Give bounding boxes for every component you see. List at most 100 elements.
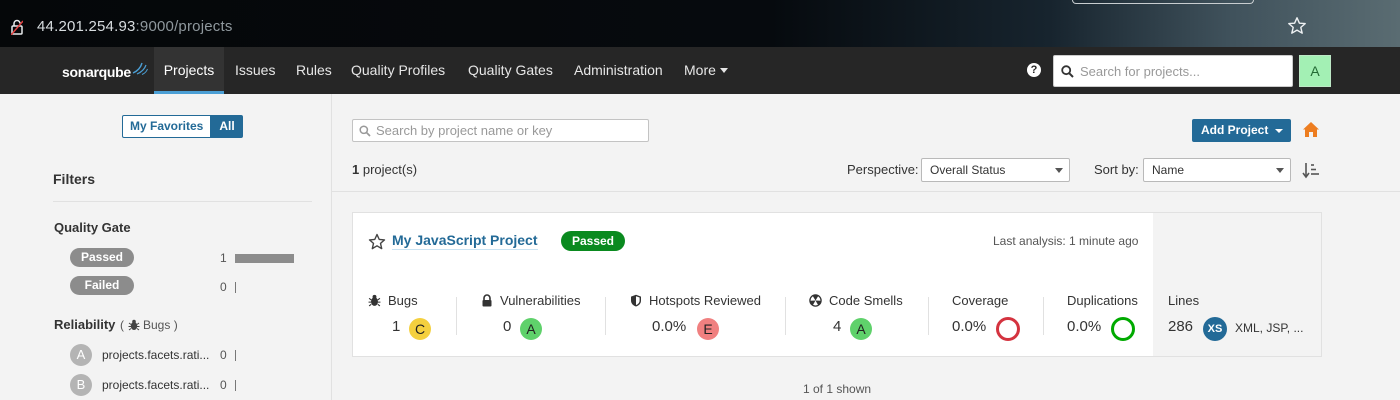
- popup-edge: [1072, 0, 1254, 4]
- add-project-button[interactable]: Add Project: [1192, 119, 1291, 142]
- all-projects-button[interactable]: All: [211, 115, 243, 138]
- metric-divider: [605, 297, 606, 335]
- facet-failed-bar: [235, 282, 236, 293]
- bugs-metric-title[interactable]: Bugs: [368, 293, 418, 308]
- toolbar-divider: [332, 191, 1400, 192]
- reliability-option-b-count: 0: [220, 378, 227, 392]
- filters-sidebar: My Favorites All Filters Quality Gate Pa…: [0, 94, 332, 400]
- rating-a-badge[interactable]: A: [70, 344, 92, 366]
- vulnerabilities-value[interactable]: 0: [503, 318, 511, 335]
- nav-issues[interactable]: Issues: [235, 47, 275, 94]
- vulnerabilities-rating-badge[interactable]: A: [520, 318, 542, 340]
- shield-icon: [631, 294, 641, 307]
- caret-down-icon: [719, 68, 728, 73]
- sortby-value: Name: [1152, 163, 1185, 177]
- top-navigation: sonarqube Projects Issues Rules Quality …: [0, 47, 1400, 94]
- filters-title: Filters: [53, 171, 96, 187]
- reliability-facet-subtitle: (Bugs ): [120, 318, 178, 332]
- facet-failed[interactable]: Failed: [70, 276, 134, 295]
- bugs-value[interactable]: 1: [392, 318, 400, 335]
- project-search-box: [352, 119, 649, 142]
- facet-passed[interactable]: Passed: [70, 248, 134, 267]
- user-avatar[interactable]: A: [1299, 55, 1331, 87]
- filters-divider: [53, 201, 312, 202]
- global-search-input[interactable]: [1080, 62, 1285, 80]
- vulnerabilities-label: Vulnerabilities: [500, 293, 581, 308]
- rating-b-badge[interactable]: B: [70, 374, 92, 396]
- nav-quality-gates[interactable]: Quality Gates: [468, 47, 553, 94]
- reliability-option-a-label[interactable]: projects.facets.rati...: [102, 348, 209, 362]
- nav-quality-profiles[interactable]: Quality Profiles: [351, 47, 445, 94]
- vulnerabilities-metric-title[interactable]: Vulnerabilities: [481, 293, 580, 308]
- coverage-metric-title[interactable]: Coverage: [952, 293, 1008, 308]
- last-analysis-text: Last analysis: 1 minute ago: [993, 234, 1139, 248]
- search-icon: [1061, 65, 1074, 78]
- project-count-text: project(s): [359, 162, 418, 177]
- languages-text: XML, JSP, ...: [1235, 321, 1304, 335]
- nav-administration[interactable]: Administration: [574, 47, 663, 94]
- coverage-value[interactable]: 0.0%: [952, 318, 986, 335]
- hotspots-metric-title[interactable]: Hotspots Reviewed: [630, 293, 761, 308]
- reliability-facet-title: Reliability: [54, 317, 116, 332]
- code-smells-value[interactable]: 4: [833, 318, 841, 335]
- sort-order-icon[interactable]: [1302, 161, 1320, 179]
- duplications-ring[interactable]: [1111, 317, 1135, 341]
- projects-main: Add Project 1 project(s) Perspective: Ov…: [332, 94, 1400, 400]
- add-project-label: Add Project: [1201, 123, 1269, 137]
- hotspots-value[interactable]: 0.0%: [652, 318, 686, 335]
- size-rating-badge: XS: [1203, 317, 1227, 341]
- browser-url-bar: 44.201.254.93:9000/projects: [0, 0, 1400, 47]
- url-path: :9000/projects: [135, 18, 233, 35]
- search-icon: [359, 125, 371, 137]
- code-smell-icon: [809, 294, 822, 307]
- caret-down-icon: [1275, 129, 1283, 133]
- global-search-box: [1053, 55, 1293, 87]
- sonar-waves-icon: [132, 62, 148, 75]
- sortby-select[interactable]: Name: [1143, 158, 1291, 182]
- coverage-ring[interactable]: [996, 317, 1020, 341]
- reliability-option-b-label[interactable]: projects.facets.rati...: [102, 378, 209, 392]
- bookmark-star-icon[interactable]: [1287, 16, 1307, 36]
- home-icon[interactable]: [1302, 121, 1320, 138]
- help-icon[interactable]: ?: [1027, 63, 1041, 77]
- nav-rules[interactable]: Rules: [296, 47, 332, 94]
- bug-icon: [368, 294, 381, 307]
- bugs-label: Bugs: [388, 293, 418, 308]
- quality-gate-facet-title: Quality Gate: [54, 220, 131, 235]
- hotspots-label: Hotspots Reviewed: [649, 293, 761, 308]
- project-count: 1 project(s): [352, 162, 417, 177]
- sonarqube-logo[interactable]: sonarqube: [62, 61, 148, 83]
- code-smells-metric-title[interactable]: Code Smells: [809, 293, 903, 308]
- metric-divider: [1043, 297, 1044, 335]
- nav-more[interactable]: More: [684, 47, 728, 94]
- project-name-link[interactable]: My JavaScript Project: [392, 232, 538, 250]
- quality-gate-status-badge: Passed: [561, 231, 625, 251]
- favorite-star-icon[interactable]: [368, 233, 386, 251]
- nav-projects[interactable]: Projects: [154, 47, 224, 94]
- perspective-label: Perspective:: [847, 162, 919, 177]
- logo-text: sonarqube: [62, 64, 131, 80]
- duplications-metric-title[interactable]: Duplications: [1067, 293, 1138, 308]
- facet-passed-bar: [235, 254, 294, 263]
- perspective-select[interactable]: Overall Status: [921, 158, 1070, 182]
- reliability-option-b-bar: [235, 380, 236, 391]
- shown-count: 1 of 1 shown: [803, 382, 872, 396]
- paren-close: ): [173, 318, 178, 332]
- caret-down-icon: [1055, 168, 1063, 173]
- hotspots-rating-badge[interactable]: E: [697, 318, 719, 340]
- bugs-rating-badge[interactable]: C: [409, 318, 431, 340]
- metric-divider: [785, 297, 786, 335]
- my-favorites-button[interactable]: My Favorites: [122, 115, 212, 138]
- insecure-lock-icon[interactable]: [11, 19, 23, 35]
- bug-icon: [128, 319, 140, 331]
- lines-value[interactable]: 286: [1168, 318, 1193, 335]
- reliability-option-a-count: 0: [220, 348, 227, 362]
- project-search-input[interactable]: [376, 123, 644, 138]
- url-text[interactable]: 44.201.254.93:9000/projects: [37, 18, 233, 35]
- lock-icon: [482, 294, 492, 307]
- reliability-option-a-bar: [235, 350, 236, 361]
- code-smells-rating-badge[interactable]: A: [850, 318, 872, 340]
- favorites-toggle: My Favorites All: [122, 115, 243, 138]
- duplications-value[interactable]: 0.0%: [1067, 318, 1101, 335]
- nav-more-label: More: [684, 62, 716, 78]
